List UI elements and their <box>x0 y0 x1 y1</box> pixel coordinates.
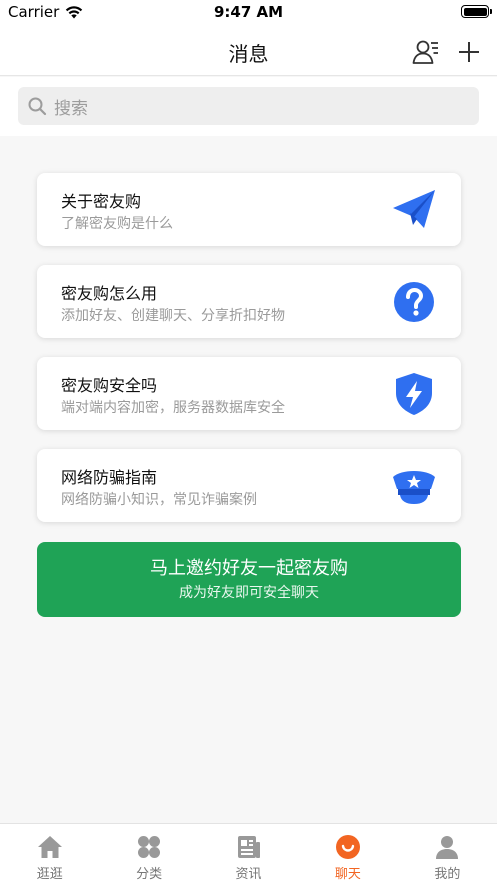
contacts-icon[interactable] <box>412 38 440 66</box>
invite-friends-button[interactable]: 马上邀约好友一起密友购 成为好友即可安全聊天 <box>37 542 461 617</box>
card-about[interactable]: 关于密友购 了解密友购是什么 <box>37 173 461 246</box>
search-placeholder: 搜索 <box>54 98 88 119</box>
tab-chat[interactable]: 聊天 <box>298 824 397 883</box>
card-how-to-use[interactable]: 密友购怎么用 添加好友、创建聊天、分享折扣好物 <box>37 265 461 338</box>
messages-screen: Carrier 9:47 AM 消息 搜索 关于密友购 了解密友购是什么 密友购… <box>0 0 497 883</box>
card-subtitle: 了解密友购是什么 <box>61 216 173 232</box>
battery-icon <box>461 5 492 18</box>
shield-icon <box>396 373 432 415</box>
home-icon <box>37 836 62 858</box>
card-anti-fraud[interactable]: 网络防骗指南 网络防骗小知识，常见诈骗案例 <box>37 449 461 522</box>
invite-subtitle: 成为好友即可安全聊天 <box>179 585 319 601</box>
card-subtitle: 网络防骗小知识，常见诈骗案例 <box>61 492 257 508</box>
card-security[interactable]: 密友购安全吗 端对端内容加密，服务器数据库安全 <box>37 357 461 430</box>
tab-label: 聊天 <box>334 867 361 882</box>
tab-label: 我的 <box>434 867 461 882</box>
tab-news[interactable]: 资讯 <box>199 824 298 883</box>
tab-bar: 逛逛 分类 资讯 聊天 我的 <box>0 823 497 883</box>
tab-label: 资讯 <box>235 867 262 882</box>
paper-plane-icon <box>393 190 435 228</box>
tab-profile[interactable]: 我的 <box>398 824 497 883</box>
question-icon <box>394 282 434 322</box>
card-title: 密友购安全吗 <box>61 376 158 395</box>
tab-category[interactable]: 分类 <box>99 824 198 883</box>
tab-home[interactable]: 逛逛 <box>0 824 99 883</box>
search-section: 搜索 <box>0 77 497 136</box>
card-title: 网络防骗指南 <box>61 468 158 487</box>
tab-label: 分类 <box>136 867 163 882</box>
card-title: 关于密友购 <box>61 192 142 211</box>
police-cap-icon <box>393 471 435 504</box>
status-time: 9:47 AM <box>213 3 284 21</box>
profile-icon <box>436 836 459 859</box>
tab-label: 逛逛 <box>36 867 63 882</box>
card-subtitle: 添加好友、创建聊天、分享折扣好物 <box>61 308 285 324</box>
status-bar: Carrier 9:47 AM <box>0 0 497 26</box>
plus-icon[interactable] <box>456 39 482 65</box>
chat-icon <box>335 835 360 859</box>
invite-title: 马上邀约好友一起密友购 <box>150 558 348 579</box>
category-icon <box>138 836 161 858</box>
news-icon <box>237 836 260 858</box>
status-right <box>461 5 492 18</box>
nav-bar: 消息 <box>0 26 497 76</box>
search-input[interactable]: 搜索 <box>18 87 479 125</box>
card-title: 密友购怎么用 <box>61 284 158 303</box>
card-subtitle: 端对端内容加密，服务器数据库安全 <box>61 400 285 416</box>
search-icon <box>28 97 47 116</box>
